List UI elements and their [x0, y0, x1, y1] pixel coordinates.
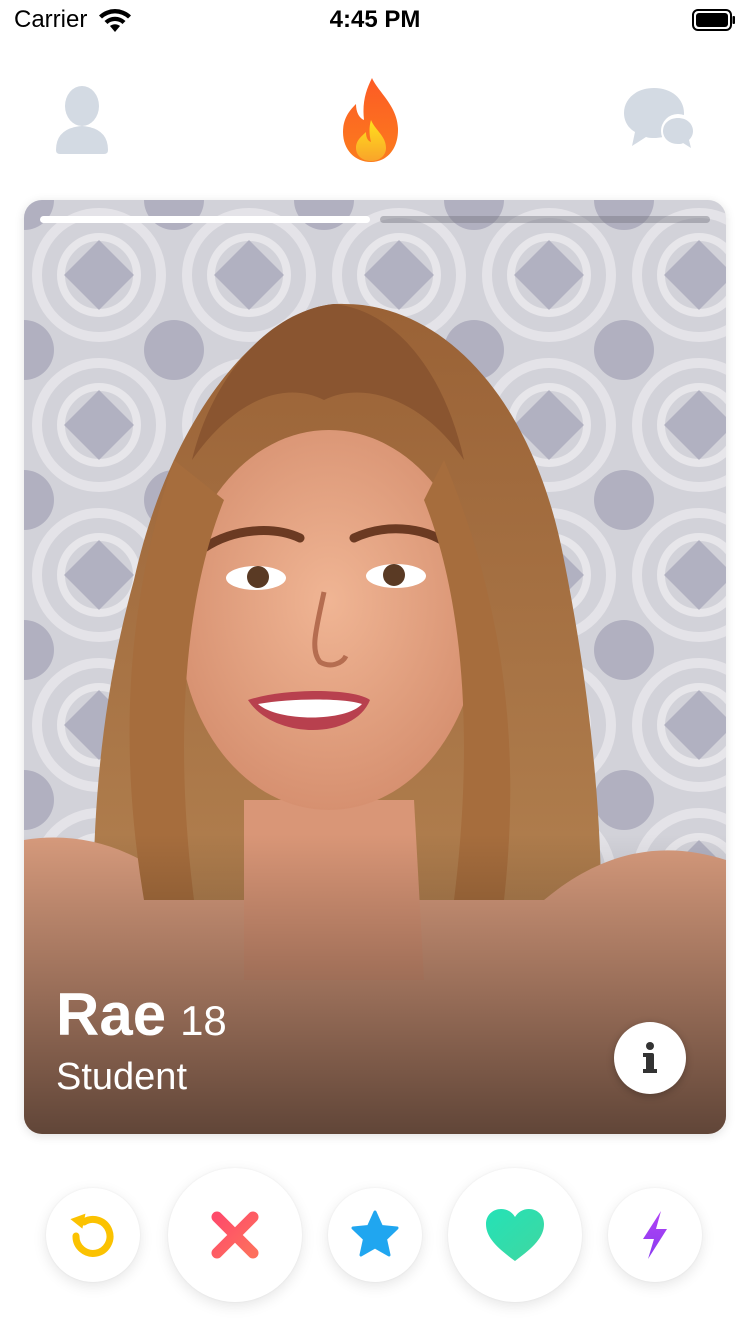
boost-button[interactable]	[608, 1188, 702, 1282]
info-button[interactable]	[614, 1022, 686, 1094]
clock: 4:45 PM	[329, 6, 421, 33]
flame-icon[interactable]	[340, 76, 402, 164]
battery-icon	[692, 9, 735, 31]
nope-button[interactable]	[168, 1168, 302, 1302]
photo-progress-segment-2	[380, 216, 710, 223]
super-like-button[interactable]	[328, 1188, 422, 1282]
close-icon	[211, 1211, 259, 1259]
lightning-icon	[643, 1211, 667, 1259]
profile-name: Rae	[56, 981, 167, 1048]
profile-name-row: Rae 18	[56, 980, 227, 1049]
rewind-button[interactable]	[46, 1188, 140, 1282]
rewind-icon	[70, 1213, 114, 1257]
photo-progress	[40, 216, 710, 223]
profile-occupation: Student	[56, 1056, 187, 1098]
info-icon	[643, 1042, 657, 1073]
status-bar: Carrier 4:45 PM	[0, 0, 750, 44]
profile-age: 18	[180, 997, 227, 1044]
profile-icon[interactable]	[52, 84, 112, 156]
photo-progress-segment-1	[40, 216, 370, 223]
profile-card[interactable]: Rae 18 Student	[24, 200, 726, 1134]
heart-icon	[486, 1209, 544, 1261]
chat-icon[interactable]	[620, 86, 696, 152]
star-icon	[351, 1210, 399, 1257]
like-button[interactable]	[448, 1168, 582, 1302]
